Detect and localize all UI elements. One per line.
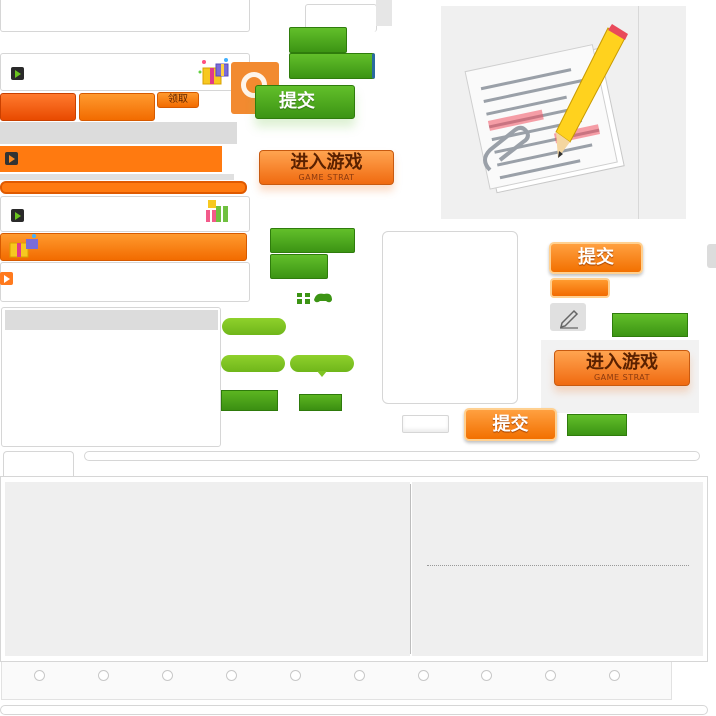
submit-button-2[interactable]: 提交 [464, 408, 557, 441]
green-button-4[interactable] [270, 254, 328, 279]
main-content-left [5, 482, 410, 656]
claim-label: 领取 [168, 94, 188, 105]
submit-label: 提交 [578, 247, 614, 268]
orange-header-bar [0, 146, 222, 172]
timeline-node [609, 670, 620, 681]
blank-card [382, 231, 518, 404]
enter-game-label: 进入游戏 [586, 352, 658, 373]
green-button-wide[interactable] [289, 53, 375, 79]
timeline-node [98, 670, 109, 681]
submit-button-green[interactable]: 提交 [255, 85, 355, 119]
timeline-node [481, 670, 492, 681]
content-box-header [5, 310, 218, 330]
orange-tab-active[interactable] [0, 93, 76, 121]
arrow-right-icon [0, 272, 13, 285]
green-button-3[interactable] [270, 228, 355, 253]
small-white-input[interactable] [402, 415, 449, 433]
lime-pill-button[interactable] [222, 318, 286, 335]
dotted-separator [427, 565, 689, 566]
green-button-small[interactable] [289, 27, 347, 53]
arrow-right-icon [5, 152, 18, 165]
grey-header-bar [0, 122, 237, 144]
claim-button[interactable]: 领取 [157, 92, 199, 108]
document-icon [460, 20, 645, 210]
submit-button[interactable]: 提交 [549, 242, 643, 274]
gamepad-icon [296, 288, 334, 306]
orange-progress-bar [0, 181, 247, 194]
bottom-search-bar [84, 451, 700, 461]
lime-pill-button-2[interactable] [221, 355, 285, 372]
arrow-right-icon [11, 209, 24, 222]
gift-icon [6, 233, 42, 261]
green-button-right[interactable] [612, 313, 688, 337]
timeline-node [354, 670, 365, 681]
tooltip-pointer [317, 371, 327, 377]
footer-bar [0, 705, 708, 715]
timeline-node [34, 670, 45, 681]
bottom-tab[interactable] [3, 451, 74, 477]
progress-track [0, 174, 234, 180]
top-panel-strip [0, 0, 250, 32]
enter-game-button[interactable]: 进入游戏 GAME STRAT [259, 150, 394, 185]
orange-tab-inactive[interactable] [79, 93, 155, 121]
pencil-icon [559, 309, 579, 329]
enter-game-button-2[interactable]: 进入游戏 GAME STRAT [554, 350, 690, 386]
arrow-right-icon [11, 67, 24, 80]
timeline-strip [1, 662, 672, 700]
right-edge-tab [707, 244, 716, 268]
timeline-node [418, 670, 429, 681]
timeline-node [162, 670, 173, 681]
enter-game-sub: GAME STRAT [593, 373, 651, 382]
timeline-node [545, 670, 556, 681]
submit-label: 提交 [492, 414, 529, 435]
gift-icon [204, 198, 232, 226]
lime-tooltip-button[interactable] [290, 355, 354, 372]
green-button-5[interactable] [221, 390, 278, 411]
timeline-node [226, 670, 237, 681]
list-item-panel [0, 262, 250, 302]
orange-small-button[interactable] [550, 278, 610, 298]
gift-icon [196, 56, 232, 88]
timeline-node [290, 670, 301, 681]
green-button-bottom[interactable] [567, 414, 627, 436]
enter-game-sub: GAME STRAT [298, 173, 355, 182]
main-content-divider [410, 484, 411, 654]
green-button-6[interactable] [299, 394, 342, 411]
enter-game-label: 进入游戏 [290, 152, 363, 173]
grey-tab-edge [376, 0, 392, 26]
main-content-right [412, 482, 703, 656]
edit-button[interactable] [550, 303, 586, 331]
submit-label: 提交 [279, 91, 315, 112]
